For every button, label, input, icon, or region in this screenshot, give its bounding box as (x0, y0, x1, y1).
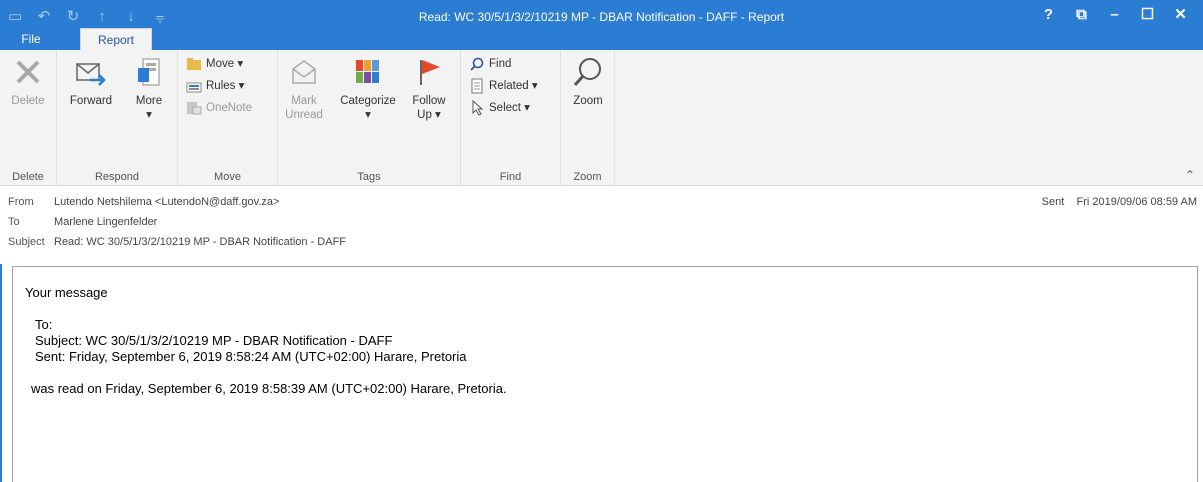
subject-value: Read: WC 30/5/1/3/2/10219 MP - DBAR Noti… (54, 236, 347, 248)
body-sent: Sent: Friday, September 6, 2019 8:58:24 … (35, 349, 467, 364)
group-label-find: Find (499, 171, 522, 183)
forward-button[interactable]: Forward (63, 54, 119, 108)
group-label-zoom: Zoom (573, 171, 602, 183)
group-label-delete: Delete (12, 171, 44, 183)
body-read: was read on Friday, September 6, 2019 8:… (31, 381, 507, 396)
search-icon (469, 56, 485, 72)
group-label-respond: Respond (94, 171, 140, 183)
flag-icon (412, 54, 446, 90)
document-icon (469, 78, 485, 94)
collapse-ribbon-icon[interactable]: ⌃ (1185, 168, 1195, 182)
tab-file[interactable]: File (16, 28, 46, 50)
subject-row: Subject Read: WC 30/5/1/3/2/10219 MP - D… (8, 236, 347, 248)
magnifier-icon (571, 54, 605, 90)
group-label-move: Move (214, 171, 241, 183)
zoom-button[interactable]: Zoom (567, 54, 609, 108)
close-icon[interactable]: ✕ (1164, 4, 1197, 26)
to-row: To Marlene Lingenfelder (8, 216, 158, 228)
ribbon-display-icon[interactable]: ⧉ (1065, 4, 1098, 26)
related-button[interactable]: Related ▾ (469, 76, 538, 96)
categorize-icon (351, 54, 385, 90)
minimize-icon[interactable]: – (1098, 4, 1131, 26)
group-zoom: Zoom Zoom (561, 50, 615, 186)
select-button[interactable]: Select ▾ (469, 98, 530, 118)
rules-button[interactable]: Rules ▾ (186, 76, 244, 96)
onenote-icon (186, 100, 202, 116)
to-value[interactable]: Marlene Lingenfelder (54, 216, 157, 228)
cursor-icon (469, 100, 485, 116)
mark-unread-button[interactable]: Mark Unread (282, 54, 326, 122)
group-delete: Delete Delete (0, 50, 57, 186)
body-to: To: (35, 317, 53, 332)
delete-icon (11, 54, 45, 90)
group-tags: Mark Unread Categorize ▾ Follow Up ▾ Tag… (278, 50, 461, 186)
group-move: Move ▾ Rules ▾ OneNote Move (178, 50, 278, 186)
group-label-tags: Tags (357, 171, 381, 183)
move-button[interactable]: Move ▾ (186, 54, 243, 74)
onenote-button[interactable]: OneNote (186, 98, 252, 118)
group-respond: Forward More ▾ Respond (57, 50, 178, 186)
body-your-message: Your message (25, 285, 108, 300)
envelope-icon (287, 54, 321, 90)
categorize-button[interactable]: Categorize ▾ (332, 54, 404, 122)
tab-report[interactable]: Report (80, 28, 152, 51)
from-value[interactable]: Lutendo Netshilema <LutendoN@daff.gov.za… (54, 196, 279, 208)
follow-up-button[interactable]: Follow Up ▾ (406, 54, 452, 122)
forward-icon (74, 54, 108, 90)
rules-icon (186, 78, 202, 94)
sent-value: Fri 2019/09/06 08:59 AM (1076, 196, 1197, 208)
message-body[interactable]: Your message To: Subject: WC 30/5/1/3/2/… (12, 266, 1198, 482)
window-title: Read: WC 30/5/1/3/2/10219 MP - DBAR Noti… (418, 10, 785, 24)
find-button[interactable]: Find (469, 54, 511, 74)
body-subject: Subject: WC 30/5/1/3/2/10219 MP - DBAR N… (35, 333, 393, 348)
more-button[interactable]: More ▾ (127, 54, 171, 122)
folder-move-icon (186, 56, 202, 72)
more-icon (132, 54, 166, 90)
help-icon[interactable]: ? (1032, 4, 1065, 26)
maximize-icon[interactable]: ☐ (1131, 4, 1164, 26)
group-find: Find Related ▾ Select ▾ Find (461, 50, 561, 186)
delete-button[interactable]: Delete (8, 54, 48, 108)
title-bar: ▭ ↶ ↻ ↑ ↓ ⩦ Read: WC 30/5/1/3/2/10219 MP… (0, 0, 1203, 51)
left-accent-bar (0, 264, 2, 482)
from-row: From Lutendo Netshilema <LutendoN@daff.g… (8, 196, 280, 208)
ribbon: Delete Delete Forward More ▾ Respond Mov… (0, 50, 1203, 186)
sent-field: Sent Fri 2019/09/06 08:59 AM (1041, 196, 1197, 208)
window-controls: ? ⧉ – ☐ ✕ (1032, 4, 1197, 26)
